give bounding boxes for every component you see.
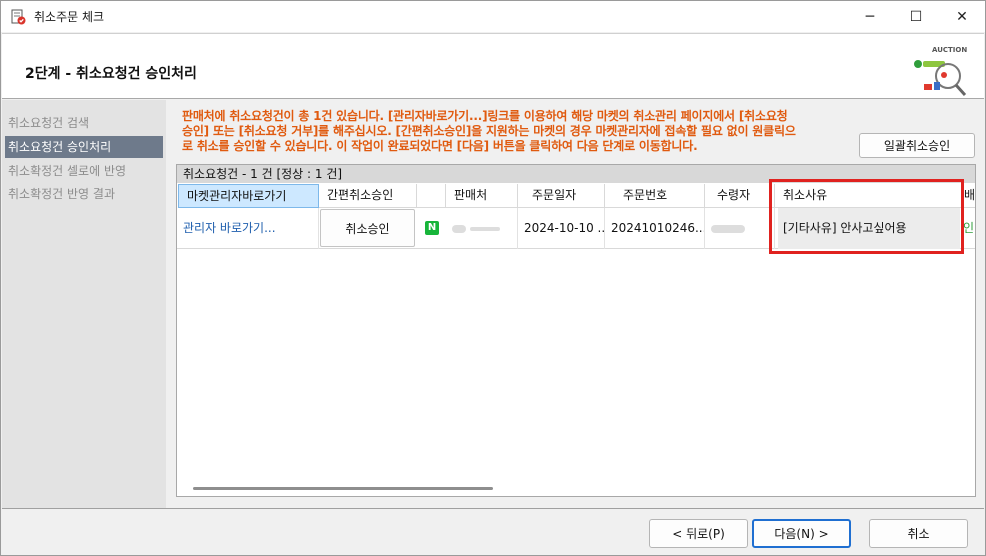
cancel-request-grid: 취소요청건 - 1 건 [정상 : 1 건] 마켓관리자바로가기 간편취소승인 …	[176, 164, 976, 497]
footer-divider	[2, 508, 984, 509]
window-title: 취소주문 체크	[34, 10, 105, 24]
grid-caption: 취소요청건 - 1 건 [정상 : 1 건]	[177, 165, 975, 183]
naver-market-icon: N	[425, 221, 439, 235]
maximize-button[interactable]: ☐	[893, 1, 939, 32]
column-extra[interactable]: 배	[962, 184, 975, 208]
minimize-button[interactable]: ─	[847, 1, 893, 32]
sidebar-item-apply[interactable]: 취소확정건 셀로에 반영	[5, 160, 163, 182]
column-recipient[interactable]: 수령자	[705, 184, 775, 208]
extra-cell: 인	[963, 221, 975, 235]
dialog-window: 취소주문 체크 ─ ☐ ✕ 2단계 - 취소요청건 승인처리 AUCTION 취…	[0, 0, 986, 556]
column-admin-link[interactable]: 마켓관리자바로가기	[178, 184, 319, 208]
sidebar-item-approve[interactable]: 취소요청건 승인처리	[5, 136, 163, 158]
column-order-date[interactable]: 주문일자	[518, 184, 605, 208]
step-sidebar: 취소요청건 검색 취소요청건 승인처리 취소확정건 셀로에 반영 취소확정건 반…	[2, 100, 166, 508]
table-row[interactable]: 관리자 바로가기... 취소승인 N 2024-10-10 ... 202410…	[177, 208, 975, 249]
back-button[interactable]: < 뒤로(P)	[649, 519, 748, 548]
logo-text: AUCTION	[932, 46, 967, 54]
market-logo: AUCTION	[908, 42, 970, 98]
notice-line-3: 로 취소를 승인할 수 있습니다. 이 작업이 완료되었다면 [다음] 버튼을 …	[182, 139, 698, 153]
sidebar-item-result[interactable]: 취소확정건 반영 결과	[5, 183, 163, 205]
sidebar-item-search[interactable]: 취소요청건 검색	[5, 112, 163, 134]
next-button[interactable]: 다음(N) >	[752, 519, 851, 548]
notice-line-2: 승인] 또는 [취소요청 거부]를 해주십시오. [간편취소승인]을 지원하는 …	[182, 124, 796, 138]
order-number-cell: 20241010246...	[605, 208, 705, 249]
grid-header: 마켓관리자바로가기 간편취소승인 판매처 주문일자 주문번호 수령자 취소사유 …	[177, 184, 975, 208]
notice-line-1: 판매처에 취소요청건이 총 1건 있습니다. [관리자바로가기...]링크를 이…	[182, 109, 788, 123]
column-order-number[interactable]: 주문번호	[605, 184, 705, 208]
admin-shortcut-link[interactable]: 관리자 바로가기...	[177, 208, 319, 249]
app-icon	[10, 9, 26, 25]
column-market-icon[interactable]	[417, 184, 446, 208]
column-quick-cancel[interactable]: 간편취소승인	[319, 184, 417, 208]
step-title: 2단계 - 취소요청건 승인처리	[25, 66, 197, 82]
order-date-cell: 2024-10-10 ...	[518, 208, 605, 249]
redacted-seller	[452, 224, 466, 233]
horizontal-scrollbar[interactable]	[193, 487, 493, 490]
bulk-cancel-approve-button[interactable]: 일괄취소승인	[859, 133, 975, 158]
cancel-reason-cell: [기타사유] 안사고싶어용	[778, 208, 960, 249]
quick-cancel-approve-button[interactable]: 취소승인	[320, 209, 415, 247]
column-seller[interactable]: 판매처	[446, 184, 518, 208]
column-cancel-reason[interactable]: 취소사유	[775, 184, 962, 208]
redacted-seller-2	[469, 226, 500, 231]
recipient-cell	[705, 208, 775, 249]
wizard-header: 2단계 - 취소요청건 승인처리 AUCTION	[2, 33, 984, 99]
cancel-button[interactable]: 취소	[869, 519, 968, 548]
close-button[interactable]: ✕	[939, 1, 985, 32]
notice-text: 판매처에 취소요청건이 총 1건 있습니다. [관리자바로가기...]링크를 이…	[182, 109, 852, 154]
redacted-recipient	[711, 224, 745, 233]
title-bar: 취소주문 체크 ─ ☐ ✕	[1, 1, 985, 32]
seller-cell	[446, 208, 518, 249]
window-controls: ─ ☐ ✕	[847, 1, 985, 32]
